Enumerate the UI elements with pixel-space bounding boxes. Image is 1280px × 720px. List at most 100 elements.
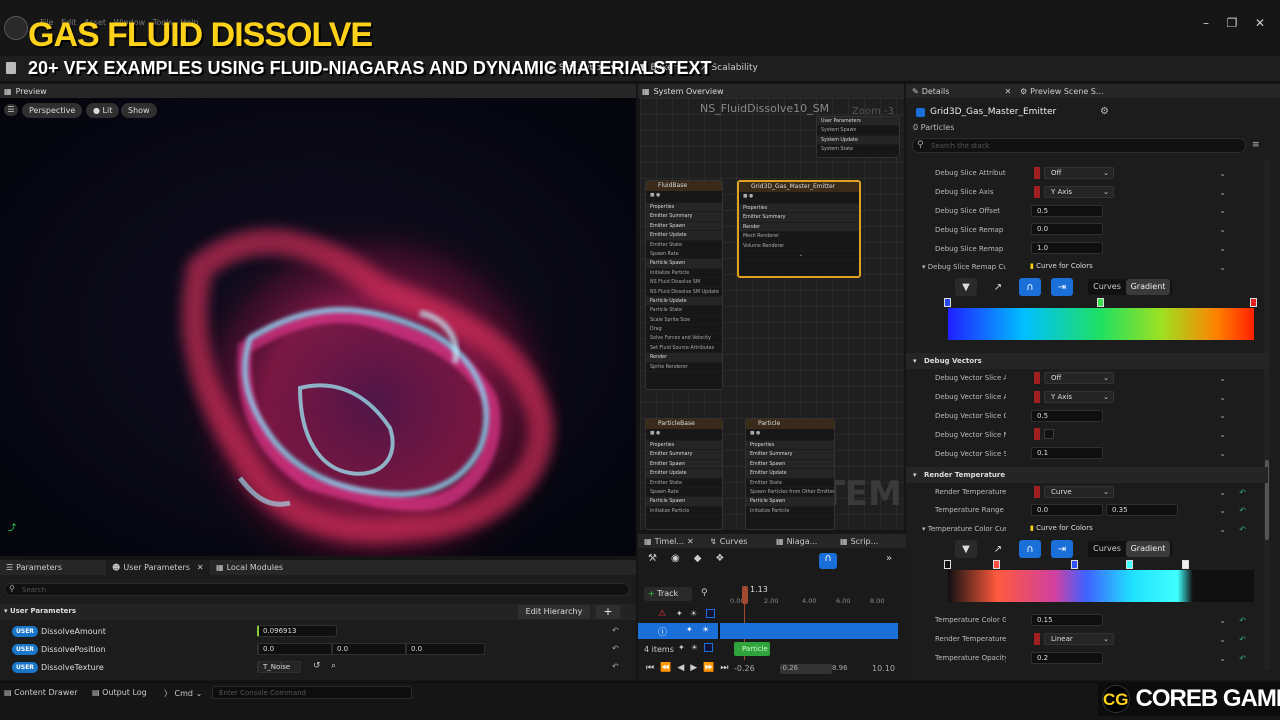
stack-search-input[interactable]: ⚲ Search the stack [912, 138, 1246, 153]
gradient-stop-marker[interactable] [1097, 298, 1104, 307]
gradient-stop-marker[interactable] [944, 560, 951, 569]
node-row[interactable]: Volume Renderer [739, 242, 859, 251]
parameter-value-input[interactable]: 0.0 [257, 643, 337, 655]
details-row[interactable]: Debug Slice Attribute Off ⌄ ⌄ [906, 164, 1268, 183]
node-row[interactable]: Emitter Spawn [646, 459, 722, 470]
track-enabled-checkbox[interactable] [703, 643, 713, 652]
debug-gradient-preview[interactable] [948, 308, 1254, 340]
track-enabled-checkbox[interactable] [706, 609, 715, 618]
key-icon[interactable]: ◆ [694, 553, 702, 564]
reset-icon[interactable]: ↶ [1239, 525, 1246, 534]
fit-icon[interactable]: ⇥ [1051, 278, 1073, 296]
edit-hierarchy-button[interactable]: Edit Hierarchy [518, 605, 590, 619]
system-overview-tab[interactable]: ▦ System Overview [638, 84, 904, 98]
temperature-range-max-input[interactable]: 0.35 [1106, 504, 1178, 516]
reset-icon[interactable]: ↶ [1239, 616, 1246, 625]
node-row[interactable]: Emitter Summary [739, 213, 859, 223]
show-button[interactable]: Show [121, 103, 157, 118]
parameter-value-input[interactable]: 0.096913 [257, 625, 337, 637]
gradient-stop-marker[interactable] [944, 298, 951, 307]
minimize-icon[interactable]: – [1196, 16, 1216, 30]
close-window-icon[interactable]: ✕ [1250, 16, 1270, 30]
node-row[interactable]: Initialize Particle [646, 507, 722, 517]
temperature-opacity-row[interactable]: Temperature Opacity ( 0.2 ⌄ ↶ [906, 649, 1268, 668]
wrench-icon[interactable]: ⚒ [648, 553, 657, 564]
node-row[interactable]: Spawn Particles from Other Emitter [746, 488, 834, 498]
node-row[interactable]: Emitter Summary [746, 450, 834, 460]
parameter-name[interactable]: DissolvePosition [41, 645, 106, 654]
curves-tab[interactable]: ↯ Curves [704, 534, 753, 549]
system-node-row[interactable]: User Parameters [817, 117, 899, 127]
node-row[interactable]: Particle Spawn [646, 259, 722, 269]
collapse-arrow-icon[interactable]: ▾ [913, 471, 917, 479]
fluidbase-node[interactable]: FluidBase ■ ● Properties Emitter Summary E… [645, 180, 723, 390]
node-row[interactable]: Emitter Summary [646, 450, 722, 460]
preview-viewport[interactable]: ⤴ [0, 98, 636, 556]
node-row[interactable]: Spawn Rate [646, 250, 722, 260]
chevron-down-icon[interactable]: ⌄ [1219, 263, 1226, 272]
close-tab-icon[interactable]: ✕ [687, 537, 694, 546]
chevron-down-icon[interactable]: ⌄ [1219, 206, 1226, 215]
details-row[interactable]: Debug Vector Slice Off 0.5 ⌄ [906, 407, 1268, 426]
local-modules-tab[interactable]: ▦ Local Modules [210, 560, 289, 575]
render-temperature-section[interactable]: ▾ Render Temperature [906, 467, 1268, 483]
details-row[interactable]: Debug Vector Slice AxiY Axis⌄⌄ [906, 388, 1268, 407]
gradient-stop-marker[interactable] [1126, 560, 1133, 569]
track-row-warning[interactable]: ⚠ ✦ ☀ [644, 607, 720, 623]
node-row[interactable]: Scale Sprite Size [646, 316, 722, 326]
sun-icon[interactable]: ☀ [691, 643, 698, 652]
playhead-handle[interactable] [742, 586, 748, 604]
node-row[interactable]: Sprite Renderer [646, 363, 722, 373]
temperature-color-gain-row[interactable]: Temperature Color Gai 0.15 ⌄ ↶ [906, 611, 1268, 630]
chevron-down-icon[interactable]: ⌄ [1219, 616, 1226, 625]
pin-icon[interactable]: ✦ [686, 625, 693, 634]
snap-icon[interactable]: ∩ [1019, 540, 1041, 558]
save-icon[interactable] [6, 62, 16, 74]
node-row[interactable]: Properties [746, 441, 834, 451]
reset-icon[interactable]: ↶ [612, 662, 619, 671]
details-row[interactable]: Debug Vector Slice Sca 0.1 ⌄ [906, 444, 1268, 463]
node-row[interactable]: Emitter Spawn [746, 459, 834, 470]
browse-asset-icon[interactable]: ⌕ [331, 661, 336, 671]
perspective-button[interactable]: Perspective [22, 103, 83, 118]
snap-settings-icon[interactable]: ❖ [715, 553, 724, 564]
expand-timeline-icon[interactable]: » [886, 553, 892, 564]
node-row[interactable]: Spawn Rate [646, 488, 722, 498]
node-title[interactable]: Particle [746, 419, 834, 429]
chevron-down-icon[interactable]: ⌄ [1219, 635, 1226, 644]
gradient-mode-button[interactable]: Gradient [1126, 279, 1170, 295]
parameter-name[interactable]: DissolveTexture [41, 663, 104, 672]
value-select[interactable]: Y Axis ⌄ [1044, 390, 1114, 403]
timeline-tab[interactable]: ▦ Timel... ✕ [638, 534, 700, 549]
settings-gear-icon[interactable]: ⚙ [1100, 106, 1109, 117]
sun-icon[interactable]: ☀ [690, 609, 697, 618]
node-row[interactable]: Particle Spawn [746, 497, 834, 507]
reset-icon[interactable]: ↶ [1239, 635, 1246, 644]
curve-menu-icon[interactable]: ▼ [955, 278, 977, 296]
track-row-particle-controls[interactable]: ✦ ☀ [678, 643, 713, 652]
gradient-stop-marker[interactable] [993, 560, 1000, 569]
play-icon[interactable]: ▶ [690, 663, 697, 673]
curves-mode-button[interactable]: Curves [1088, 541, 1126, 557]
chevron-down-icon[interactable]: ⌄ [1219, 488, 1226, 497]
restore-icon[interactable]: ❐ [1222, 16, 1242, 30]
scripts-tab[interactable]: ▦ Scrip... [834, 534, 884, 549]
node-row[interactable]: Emitter State [746, 479, 834, 488]
close-tab-icon[interactable]: ✕ [1004, 87, 1011, 96]
node-row[interactable]: Set Fluid Source Attributes [646, 344, 722, 354]
emitter-enabled-checkbox[interactable] [916, 108, 925, 117]
skip-end-icon[interactable]: ⏭ [720, 663, 728, 673]
collapse-arrow-icon[interactable]: ▾ [922, 525, 926, 533]
node-row[interactable]: Initialize Particle [646, 269, 722, 279]
add-track-button[interactable]: + Track [644, 587, 692, 601]
node-row[interactable]: Emitter Spawn [646, 221, 722, 232]
preview-tab[interactable]: ▦ Preview [0, 84, 636, 98]
system-node[interactable]: User Parameters System Spawn System Upda… [816, 116, 900, 158]
node-row[interactable]: Render [646, 353, 722, 363]
node-row[interactable]: Mesh Renderer [739, 232, 859, 242]
value-input[interactable]: 0.5 [1031, 409, 1103, 422]
chevron-down-icon[interactable]: ⌄ [1219, 188, 1226, 197]
sun-icon[interactable]: ☀ [702, 625, 709, 634]
node-title[interactable]: Grid3D_Gas_Master_Emitter [739, 182, 859, 192]
chevron-down-icon[interactable]: ⌄ [1219, 525, 1226, 534]
